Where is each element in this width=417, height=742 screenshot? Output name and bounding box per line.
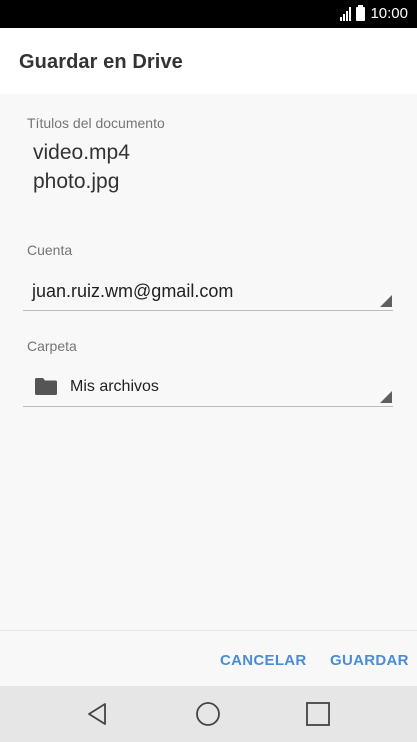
- status-time: 10:00: [370, 5, 408, 22]
- cancel-button[interactable]: CANCELAR: [220, 652, 307, 669]
- battery-icon: [356, 5, 366, 21]
- recents-icon[interactable]: [304, 700, 332, 728]
- navigation-bar: [0, 686, 417, 742]
- document-title: video.mp4: [33, 141, 130, 164]
- status-icons: 10:00: [340, 5, 408, 23]
- account-select[interactable]: juan.ruiz.wm@gmail.com: [23, 271, 393, 311]
- save-button[interactable]: GUARDAR: [330, 652, 409, 669]
- folder-select[interactable]: Mis archivos: [23, 367, 393, 407]
- signal-icon: [340, 7, 352, 21]
- folder-value: Mis archivos: [70, 378, 159, 395]
- document-titles-label: Títulos del documento: [27, 115, 165, 131]
- dialog-actions: CANCELAR GUARDAR: [0, 630, 417, 686]
- page-title: Guardar en Drive: [19, 51, 183, 73]
- account-label: Cuenta: [27, 242, 73, 258]
- home-icon[interactable]: [194, 700, 222, 728]
- back-icon[interactable]: [84, 700, 112, 728]
- document-title: photo.jpg: [33, 170, 120, 193]
- dropdown-triangle-icon: [380, 391, 392, 403]
- account-value: juan.ruiz.wm@gmail.com: [32, 281, 234, 301]
- dropdown-triangle-icon: [380, 295, 392, 307]
- document-titles-list: video.mp4 photo.jpg: [33, 138, 130, 196]
- status-bar: 10:00: [0, 0, 417, 28]
- dialog-content: Títulos del documento video.mp4 photo.jp…: [0, 94, 417, 630]
- folder-icon: [35, 378, 57, 395]
- folder-label: Carpeta: [27, 338, 77, 354]
- dialog-header: Guardar en Drive: [0, 28, 417, 94]
